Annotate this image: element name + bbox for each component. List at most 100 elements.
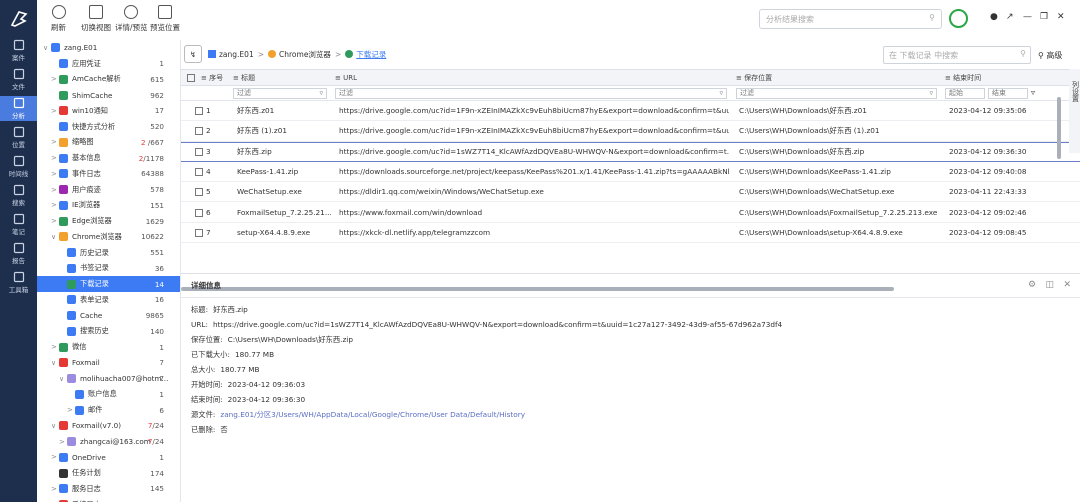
rail-item-file[interactable]: 文件 [0, 67, 37, 92]
breadcrumb-current[interactable]: 下载记录 [356, 49, 386, 60]
table-row[interactable]: 5 WeChatSetup.exe https://dldir1.qq.com/we… [181, 182, 1080, 203]
breadcrumb-root[interactable]: zang.E01 [219, 50, 254, 59]
tree-item[interactable]: > Edge浏览器 1629 [37, 213, 180, 229]
expand-arrow-icon[interactable]: > [51, 154, 59, 162]
tree-item[interactable]: > 邮件 6 [37, 402, 180, 418]
col-header-no[interactable]: ≡ 序号 [201, 73, 223, 83]
tree-item[interactable]: 应用凭证 1 [37, 56, 180, 72]
tree-item[interactable]: > IE浏览器 151 [37, 198, 180, 214]
restore-icon[interactable]: ❐ [1040, 12, 1048, 22]
end-time-filter[interactable]: 结束 [988, 88, 1028, 99]
tree-item[interactable]: > 服务日志 145 [37, 481, 180, 497]
user-icon[interactable]: ● [990, 12, 998, 22]
expand-arrow-icon[interactable]: > [51, 453, 59, 461]
preview-position-button[interactable]: 预览位置 [150, 5, 180, 33]
table-row[interactable]: 7 setup-X64.4.8.9.exe https://xkck-dl.netl… [181, 223, 1080, 244]
col-header-title[interactable]: ≡ 标题 [233, 73, 255, 83]
tree-item[interactable]: ∨ molihuacha007@hotm... 7 [37, 371, 180, 387]
table-row[interactable]: 6 FoxmailSetup_7.2.25.21... https://www.fo… [181, 202, 1080, 223]
rail-item-case[interactable]: 案件 [0, 38, 37, 63]
row-checkbox[interactable]: 2 [195, 126, 211, 136]
tree-item[interactable]: ∨ Chrome浏览器 10622 [37, 229, 180, 245]
detail-value[interactable]: zang.E01/分区3/Users/WH/AppData/Local/Goog… [220, 410, 525, 420]
minimize-icon[interactable]: — [1023, 12, 1032, 22]
detail-preview-button[interactable]: 详情/预览 [115, 5, 148, 33]
shield-check-icon[interactable] [949, 9, 968, 28]
title-filter-input[interactable]: 过滤 ▿ [233, 88, 327, 99]
tree-item[interactable]: 历史记录 551 [37, 245, 180, 261]
expand-arrow-icon[interactable]: > [51, 170, 59, 178]
tree-item[interactable]: 表单记录 16 [37, 292, 180, 308]
col-header-end-time[interactable]: ≡ 结束时间 [945, 73, 981, 83]
tree-item[interactable]: 任务计划 174 [37, 465, 180, 481]
row-checkbox[interactable]: 6 [195, 208, 211, 217]
col-header-url[interactable]: ≡ URL [335, 74, 357, 82]
expand-arrow-icon[interactable]: > [51, 107, 59, 115]
expand-arrow-icon[interactable]: > [51, 138, 59, 146]
tree-item[interactable]: ∨ Foxmail 7 [37, 355, 180, 371]
tree-item[interactable]: 搜索历史 140 [37, 324, 180, 340]
table-row[interactable]: 4 KeePass-1.41.zip https://downloads.sourc… [181, 162, 1080, 183]
search-icon[interactable]: ⚲ [929, 13, 935, 22]
table-row[interactable]: 1 好东西.z01 https://drive.google.com/uc?id=1… [181, 101, 1080, 122]
vertical-scrollbar[interactable] [1057, 97, 1061, 159]
analysis-search-input[interactable]: 分析结果搜索 ⚲ [759, 9, 942, 29]
rail-item-search[interactable]: 搜索 [0, 183, 37, 208]
path-filter-input[interactable]: 过滤 ▿ [736, 88, 937, 99]
expand-arrow-icon[interactable]: ∨ [59, 375, 67, 383]
pin-icon[interactable]: ↗ [1006, 12, 1014, 22]
rail-item-analysis[interactable]: 分析 [0, 96, 37, 121]
column-settings-tab[interactable]: 列设置 [1069, 69, 1080, 153]
tree-toggle-icon[interactable]: ↯ [184, 45, 202, 63]
tree-item[interactable]: > 事件日志 64388 [37, 166, 180, 182]
tree-item[interactable]: Cache 9865 [37, 308, 180, 324]
expand-arrow-icon[interactable]: > [51, 217, 59, 225]
tree-item[interactable]: > win10通知 17 [37, 103, 180, 119]
table-row[interactable]: 3 好东西.zip https://drive.google.com/uc?id=1… [181, 141, 1080, 162]
tree-item[interactable]: > OneDrive 1 [37, 450, 180, 466]
filter-icon[interactable]: ▿ [1031, 88, 1035, 97]
select-all-checkbox[interactable] [187, 73, 198, 82]
expand-arrow-icon[interactable]: ∨ [51, 422, 59, 430]
expand-arrow-icon[interactable]: ∨ [51, 359, 59, 367]
expand-arrow-icon[interactable]: > [51, 201, 59, 209]
settings-icon[interactable]: ⚙ [1028, 280, 1036, 290]
refresh-button[interactable]: 刷新 [51, 5, 66, 33]
expand-arrow-icon[interactable]: > [51, 186, 59, 194]
tree-item[interactable]: > AmCache解析 615 [37, 72, 180, 88]
expand-arrow-icon[interactable]: > [51, 485, 59, 493]
tree-item[interactable]: ∨ Foxmail(v7.0) 7/24 [37, 418, 180, 434]
expand-arrow-icon[interactable]: > [51, 343, 59, 351]
tree-item[interactable]: >系统日志 [37, 497, 180, 502]
row-checkbox[interactable]: 3 [195, 147, 211, 157]
close-window-icon[interactable]: ✕ [1057, 12, 1065, 22]
url-filter-input[interactable]: 过滤 ▿ [335, 88, 727, 99]
expand-arrow-icon[interactable]: ∨ [43, 44, 51, 52]
switch-view-button[interactable]: 切换视图 [81, 5, 111, 33]
close-icon[interactable]: ✕ [1063, 280, 1071, 290]
tree-item[interactable]: ∨ zang.E01 [37, 40, 180, 56]
table-row[interactable]: 2 好东西 (1).z01 https://drive.google.com/uc?… [181, 121, 1080, 142]
expand-arrow-icon[interactable]: ∨ [51, 233, 59, 241]
advanced-search-button[interactable]: ⚲ 高级 [1038, 50, 1062, 61]
tree-item[interactable]: ShimCache 962 [37, 87, 180, 103]
rail-item-location[interactable]: 位置 [0, 125, 37, 150]
tree-item[interactable]: > 微信 1 [37, 339, 180, 355]
tree-item[interactable]: > 基本信息 2/1178 [37, 150, 180, 166]
rail-item-notes[interactable]: 笔记 [0, 212, 37, 237]
start-time-filter[interactable]: 起始 [945, 88, 985, 99]
tree-item[interactable]: > 用户痕迹 578 [37, 182, 180, 198]
expand-arrow-icon[interactable]: > [67, 406, 75, 414]
grid-search-input[interactable]: 在 下载记录 中搜索 ⚲ [883, 46, 1031, 64]
breadcrumb-mid[interactable]: Chrome浏览器 [279, 49, 331, 60]
tree-item[interactable]: 快捷方式分析 520 [37, 119, 180, 135]
rail-item-timeline[interactable]: 时间线 [0, 154, 37, 179]
tree-item[interactable]: 账户信息 1 [37, 387, 180, 403]
rail-item-toolbox[interactable]: 工具箱 [0, 270, 37, 295]
row-checkbox[interactable]: 4 [195, 167, 211, 177]
row-checkbox[interactable]: 5 [195, 187, 211, 197]
dock-icon[interactable]: ◫ [1046, 280, 1055, 290]
tree-item[interactable]: 书签记录 36 [37, 261, 180, 277]
expand-arrow-icon[interactable]: > [51, 75, 59, 83]
row-checkbox[interactable]: 7 [195, 228, 211, 237]
